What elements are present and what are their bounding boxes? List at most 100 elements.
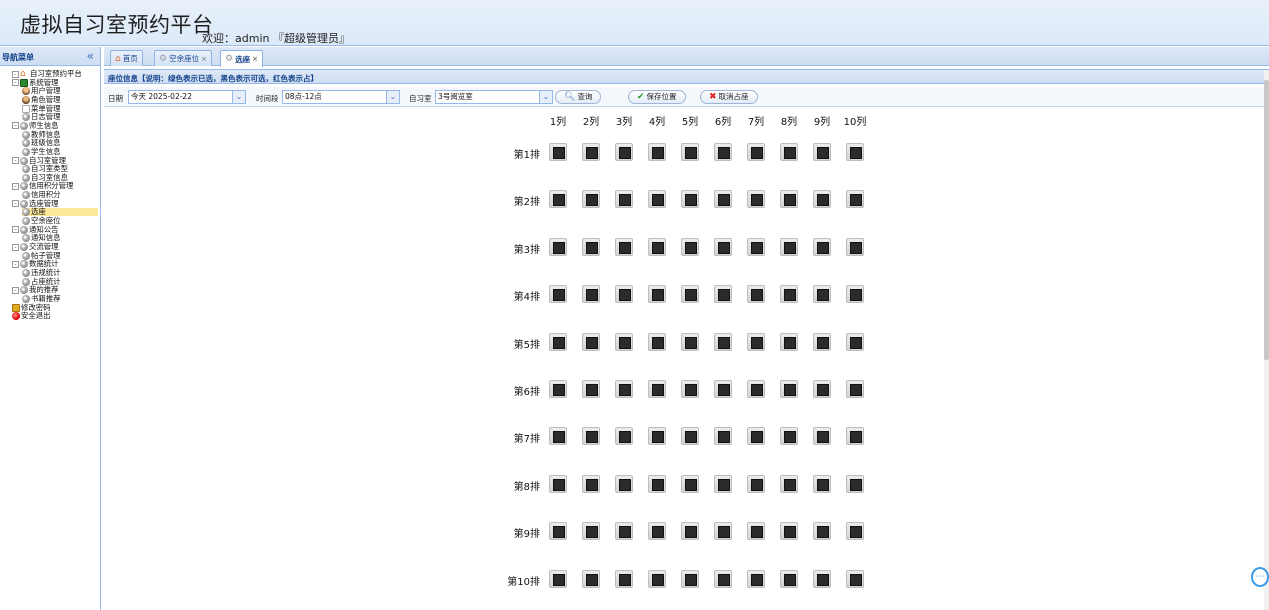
seat-button[interactable] [615, 380, 633, 398]
tab-1[interactable]: ⚙ 空余座位 × [154, 50, 212, 66]
seat-button[interactable] [615, 237, 633, 256]
seat-button[interactable] [681, 380, 699, 398]
seat-button[interactable] [615, 427, 633, 446]
seat-button[interactable] [846, 190, 864, 209]
seat-button[interactable] [813, 427, 831, 446]
seat-button[interactable] [846, 427, 864, 446]
seat-button[interactable] [615, 285, 633, 304]
collapse-icon[interactable]: « [87, 49, 94, 63]
seat-button[interactable] [714, 427, 732, 446]
time-select[interactable]: 08点-12点 ⌄ [282, 90, 400, 104]
sidebar-item[interactable]: 自习室类型 [22, 165, 98, 174]
collapse-toggle-icon[interactable]: - [12, 226, 19, 234]
seat-button[interactable] [648, 190, 666, 209]
seat-button[interactable] [582, 332, 600, 351]
seat-button[interactable] [846, 380, 864, 398]
seat-button[interactable] [615, 190, 633, 209]
seat-button[interactable] [846, 474, 864, 493]
seat-button[interactable] [549, 522, 567, 541]
collapse-toggle-icon[interactable]: - [12, 70, 19, 78]
seat-button[interactable] [846, 522, 864, 541]
seat-button[interactable] [747, 522, 765, 541]
seat-button[interactable] [780, 569, 798, 588]
save-button[interactable]: ✔ 保存位置 [628, 90, 686, 104]
seat-button[interactable] [780, 285, 798, 304]
tab-2[interactable]: ⚙ 选座 × [220, 50, 263, 67]
collapse-toggle-icon[interactable]: - [12, 286, 19, 294]
seat-button[interactable] [648, 569, 666, 588]
seat-button[interactable] [648, 427, 666, 446]
seat-button[interactable] [549, 474, 567, 493]
tab-0[interactable]: ⌂ 首页 [110, 50, 143, 66]
scrollbar[interactable] [1264, 70, 1269, 610]
seat-button[interactable] [582, 427, 600, 446]
seat-button[interactable] [780, 522, 798, 541]
seat-button[interactable] [714, 474, 732, 493]
sidebar-item[interactable]: 书籍推荐 [22, 294, 98, 303]
seat-button[interactable] [747, 237, 765, 256]
seat-button[interactable] [549, 380, 567, 398]
seat-button[interactable] [681, 427, 699, 446]
room-select[interactable]: 3号阅览室 ⌄ [435, 90, 553, 104]
seat-button[interactable] [582, 474, 600, 493]
seat-button[interactable] [714, 522, 732, 541]
seat-button[interactable] [681, 569, 699, 588]
seat-button[interactable] [714, 285, 732, 304]
chevron-down-icon[interactable]: ⌄ [232, 91, 245, 103]
cancel-seat-button[interactable]: ✖ 取消占座 [700, 90, 758, 104]
seat-button[interactable] [582, 237, 600, 256]
seat-button[interactable] [813, 143, 831, 161]
collapse-toggle-icon[interactable]: - [12, 200, 19, 208]
seat-button[interactable] [846, 569, 864, 588]
collapse-toggle-icon[interactable]: - [12, 79, 19, 87]
seat-button[interactable] [582, 522, 600, 541]
sidebar-item[interactable]: 角色管理 [22, 95, 98, 104]
seat-button[interactable] [681, 190, 699, 209]
seat-button[interactable] [582, 190, 600, 209]
sidebar-item[interactable]: - ⌂ 自习室预约平台 [12, 70, 98, 79]
query-button[interactable]: 🔍︎ 查询 [555, 90, 602, 104]
seat-button[interactable] [681, 285, 699, 304]
seat-button[interactable] [780, 190, 798, 209]
seat-button[interactable] [813, 380, 831, 398]
seat-button[interactable] [615, 332, 633, 351]
seat-button[interactable] [846, 143, 864, 161]
seat-button[interactable] [780, 143, 798, 161]
sidebar-item[interactable]: 空余座位 [22, 217, 98, 226]
seat-button[interactable] [615, 522, 633, 541]
seat-button[interactable] [747, 569, 765, 588]
sidebar-item[interactable]: - 交流管理 [12, 243, 98, 251]
collapse-toggle-icon[interactable]: - [12, 157, 19, 164]
seat-button[interactable] [582, 569, 600, 588]
seat-button[interactable] [714, 237, 732, 256]
seat-button[interactable] [681, 474, 699, 493]
sidebar-item[interactable]: - 选座管理 [12, 199, 98, 208]
date-select[interactable]: 今天 2025-02-22 ⌄ [128, 90, 246, 104]
collapse-toggle-icon[interactable]: - [12, 122, 19, 130]
seat-button[interactable] [813, 569, 831, 588]
seat-button[interactable] [648, 143, 666, 161]
seat-button[interactable] [582, 285, 600, 304]
seat-button[interactable] [615, 569, 633, 588]
seat-button[interactable] [648, 380, 666, 398]
seat-button[interactable] [747, 474, 765, 493]
seat-button[interactable] [549, 569, 567, 588]
seat-button[interactable] [813, 285, 831, 304]
seat-button[interactable] [582, 143, 600, 161]
close-icon[interactable]: × [252, 55, 258, 63]
seat-button[interactable] [780, 380, 798, 398]
sidebar-item[interactable]: 学生信息 [22, 147, 98, 156]
seat-button[interactable] [846, 237, 864, 256]
sidebar-item[interactable]: 班级信息 [22, 139, 98, 148]
seat-button[interactable] [813, 522, 831, 541]
seat-button[interactable] [747, 380, 765, 398]
seat-button[interactable] [681, 237, 699, 256]
seat-button[interactable] [813, 237, 831, 256]
assistant-icon[interactable]: ⋯ [1251, 567, 1269, 587]
close-icon[interactable]: × [201, 55, 207, 63]
seat-button[interactable] [681, 522, 699, 541]
sidebar-item[interactable]: 信用积分 [22, 191, 98, 200]
seat-button[interactable] [780, 237, 798, 256]
seat-button[interactable] [747, 190, 765, 209]
seat-button[interactable] [813, 190, 831, 209]
